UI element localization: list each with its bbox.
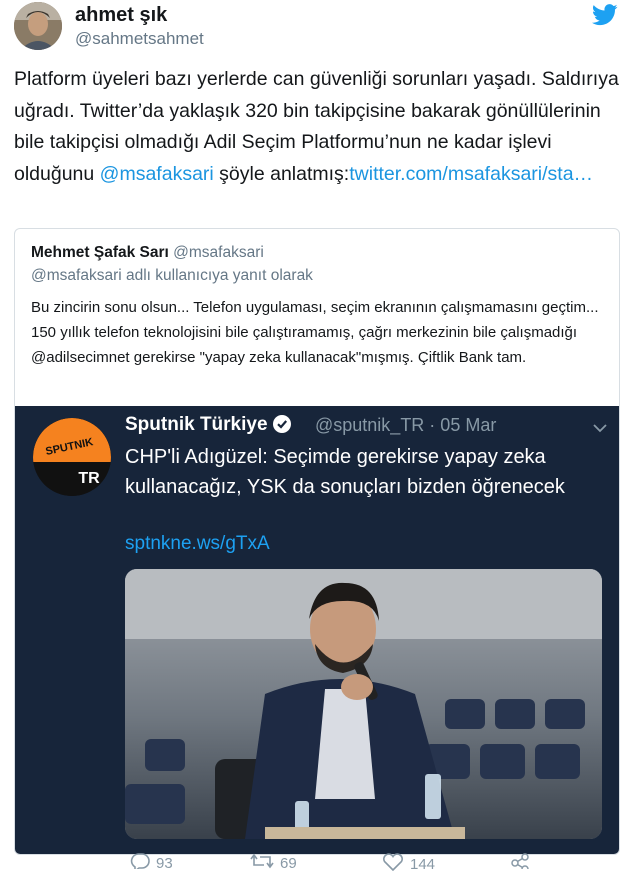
tweet-text-part2: şöyle anlatmış: — [213, 162, 350, 185]
reply-icon[interactable] — [130, 853, 150, 873]
embedded-author[interactable]: Sputnik Türkiye — [125, 414, 291, 439]
twitter-bird-icon[interactable] — [592, 4, 618, 31]
tweet-actions: 93 69 144 — [0, 853, 640, 873]
share-action[interactable] — [510, 853, 530, 873]
verified-badge-icon — [272, 415, 291, 439]
heart-icon[interactable] — [382, 853, 404, 875]
tweet-text: Platform üyeleri bazı yerlerde can güven… — [14, 64, 626, 190]
quoted-author-name[interactable]: Mehmet Şafak Sarı — [31, 244, 169, 261]
reply-action[interactable]: 93 — [130, 853, 173, 873]
sputnik-logo-bottom: TR — [78, 470, 100, 487]
retweet-action[interactable]: 69 — [250, 853, 297, 873]
share-icon[interactable] — [510, 853, 530, 873]
reply-count: 93 — [156, 854, 173, 872]
author-handle[interactable]: @sahmetsahmet — [75, 29, 204, 49]
quoted-text: Bu zincirin sonu olsun... Telefon uygula… — [31, 299, 599, 366]
embedded-text: CHP'li Adıgüzel: Seçimde gerekirse yapay… — [125, 446, 565, 498]
embedded-handle-date[interactable]: @sputnik_TR · 05 Mar — [315, 415, 496, 436]
author-avatar[interactable] — [14, 2, 62, 50]
sputnik-logo[interactable]: SPUTNIK TR — [33, 418, 111, 496]
chevron-down-icon[interactable] — [593, 420, 607, 438]
like-count: 144 — [410, 855, 436, 873]
embedded-photo[interactable] — [125, 569, 602, 839]
embedded-link[interactable]: sptnkne.ws/gTxA — [125, 533, 270, 555]
retweet-icon[interactable] — [250, 853, 274, 873]
quoted-reply-note: @msafaksari adlı kullanıcıya yanıt olara… — [31, 267, 313, 284]
embedded-tweet[interactable]: SPUTNIK TR Sputnik Türkiye @sputnik_TR ·… — [15, 406, 619, 854]
tweet-url-link[interactable]: twitter.com/msafaksari/sta… — [349, 163, 593, 185]
quoted-author-handle[interactable]: @msafaksari — [173, 244, 264, 261]
mention-link[interactable]: @msafaksari — [100, 163, 214, 185]
author-name[interactable]: ahmet şık — [75, 4, 167, 27]
retweet-count: 69 — [280, 854, 297, 872]
quoted-author[interactable]: Mehmet Şafak Sarı @msafaksari — [31, 244, 264, 262]
like-action[interactable]: 144 — [382, 853, 435, 875]
embedded-author-name[interactable]: Sputnik Türkiye — [125, 414, 268, 435]
quoted-tweet[interactable]: Mehmet Şafak Sarı @msafaksari @msafaksar… — [14, 228, 620, 855]
